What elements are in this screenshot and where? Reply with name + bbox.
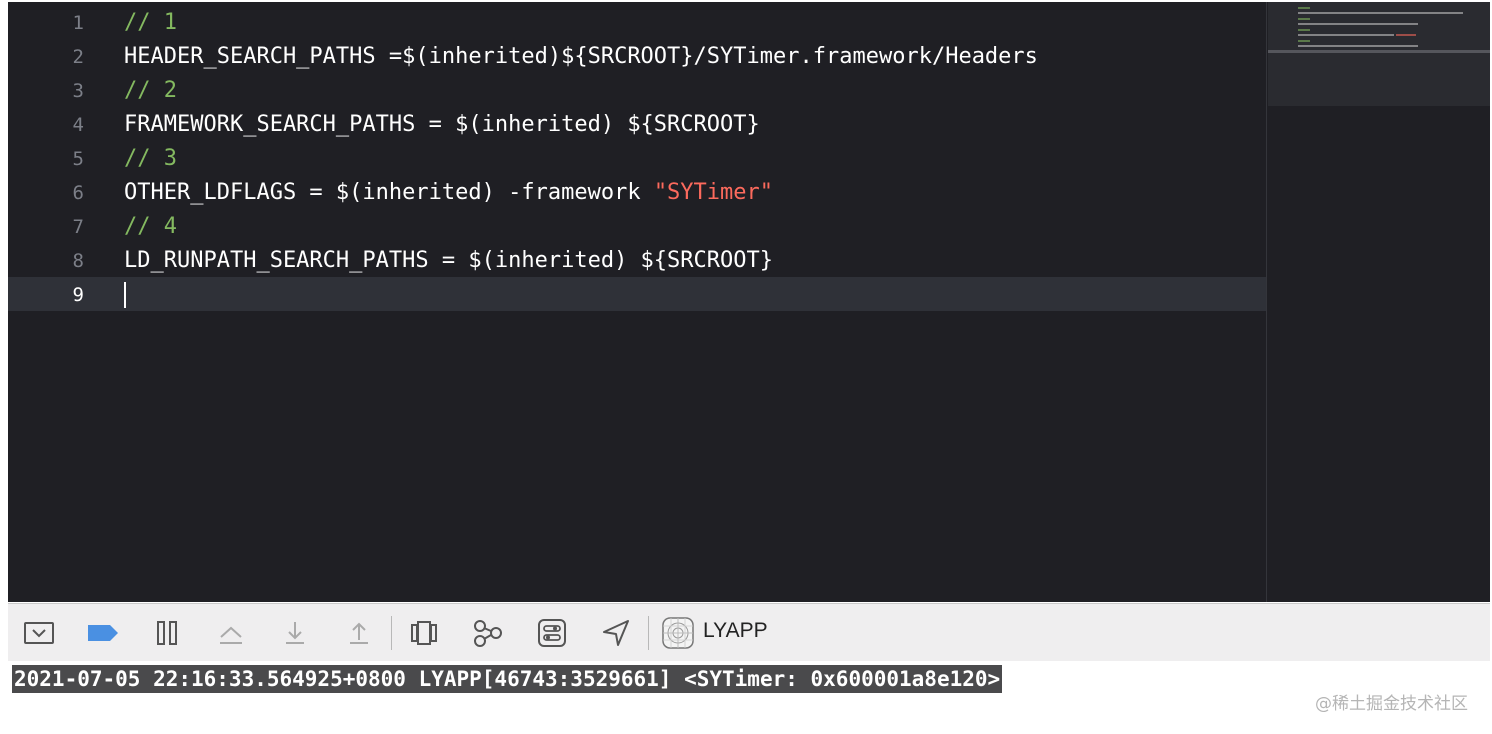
line-number: 5 [72, 148, 84, 170]
line-number: 2 [72, 46, 84, 68]
step-into-icon [286, 622, 304, 644]
simulate-location-button[interactable] [599, 616, 633, 650]
code-comment: // 1 [124, 10, 177, 35]
minimap-visible-region[interactable] [1268, 2, 1490, 106]
hide-debug-area-button[interactable] [22, 616, 56, 650]
code-editor[interactable]: 1 2 3 4 5 6 7 8 9 // 1 HEADER_SEARCH_PATHS =$(inh… [8, 2, 1490, 602]
code-text: OTHER_LDFLAGS = $(inherited) -framework [124, 180, 654, 205]
step-over-button[interactable] [214, 616, 248, 650]
code-comment: // 2 [124, 78, 177, 103]
code-line[interactable]: HEADER_SEARCH_PATHS =$(inherited)${SRCRO… [124, 40, 1038, 74]
code-line[interactable]: // 1 [124, 6, 177, 40]
breakpoints-toggle-icon [88, 625, 118, 641]
line-number: 7 [72, 216, 84, 238]
process-label[interactable]: LYAPP [703, 619, 768, 643]
minimap-line [1298, 18, 1310, 20]
memory-graph-button[interactable] [471, 616, 505, 650]
toolbar-separator [391, 616, 392, 650]
hide-debug-area-icon [24, 622, 54, 644]
console-log-line: 2021-07-05 22:16:33.564925+0800 LYAPP[46… [12, 665, 1003, 693]
debug-view-hierarchy-icon [411, 621, 437, 645]
line-number: 4 [72, 114, 84, 136]
pause-button[interactable] [150, 616, 184, 650]
process-selector[interactable] [661, 616, 695, 650]
step-out-icon [350, 622, 368, 644]
minimap-line [1298, 29, 1310, 31]
code-comment: // 3 [124, 146, 177, 171]
code-line[interactable]: OTHER_LDFLAGS = $(inherited) -framework … [124, 176, 773, 210]
code-text-area[interactable]: // 1 HEADER_SEARCH_PATHS =$(inherited)${S… [124, 2, 1266, 602]
toolbar-separator [648, 616, 649, 650]
line-number: 8 [72, 250, 84, 272]
minimap-line [1298, 12, 1463, 14]
memory-graph-icon [474, 620, 502, 647]
watermark: @稀土掘金技术社区 [1315, 694, 1468, 714]
minimap-line [1298, 7, 1310, 9]
minimap-line [1298, 23, 1418, 25]
line-number: 9 [72, 284, 84, 306]
line-number-gutter: 1 2 3 4 5 6 7 8 9 [8, 2, 108, 602]
breakpoints-toggle-button[interactable] [86, 616, 120, 650]
xcode-window: 1 2 3 4 5 6 7 8 9 // 1 HEADER_SEARCH_PATHS =$(inh… [0, 0, 1492, 734]
step-out-button[interactable] [342, 616, 376, 650]
minimap-highlight-bar [1268, 50, 1490, 53]
pause-icon [157, 621, 177, 645]
code-text: LD_RUNPATH_SEARCH_PATHS = $(inherited) $… [124, 248, 774, 273]
minimap-line [1396, 34, 1416, 36]
line-number: 6 [72, 182, 84, 204]
environment-overrides-icon [538, 619, 566, 647]
debug-console[interactable]: 2021-07-05 22:16:33.564925+0800 LYAPP[46… [8, 661, 1490, 734]
step-into-button[interactable] [278, 616, 312, 650]
process-app-icon [662, 617, 694, 649]
code-line[interactable]: // 4 [124, 210, 177, 244]
code-string: "SYTimer" [653, 180, 774, 205]
minimap-line [1298, 34, 1394, 36]
environment-overrides-button[interactable] [535, 616, 569, 650]
code-text: FRAMEWORK_SEARCH_PATHS = $(inherited) ${… [124, 112, 760, 137]
line-number: 3 [72, 80, 84, 102]
step-over-icon [220, 626, 242, 644]
text-caret [124, 282, 126, 308]
minimap-line [1298, 45, 1418, 47]
minimap-divider [1266, 2, 1267, 602]
line-number: 1 [72, 12, 84, 34]
debug-toolbar: LYAPP [8, 603, 1490, 662]
code-line[interactable]: LD_RUNPATH_SEARCH_PATHS = $(inherited) $… [124, 244, 773, 278]
debug-view-hierarchy-button[interactable] [407, 616, 441, 650]
minimap[interactable] [1268, 2, 1490, 602]
window-left-margin [0, 0, 8, 734]
code-line[interactable]: // 3 [124, 142, 177, 176]
code-text: HEADER_SEARCH_PATHS =$(inherited)${SRCRO… [124, 44, 1038, 69]
code-line[interactable]: FRAMEWORK_SEARCH_PATHS = $(inherited) ${… [124, 108, 760, 142]
code-line[interactable]: // 2 [124, 74, 177, 108]
code-comment: // 4 [124, 214, 177, 239]
simulate-location-icon [603, 620, 629, 646]
minimap-line [1298, 40, 1310, 42]
